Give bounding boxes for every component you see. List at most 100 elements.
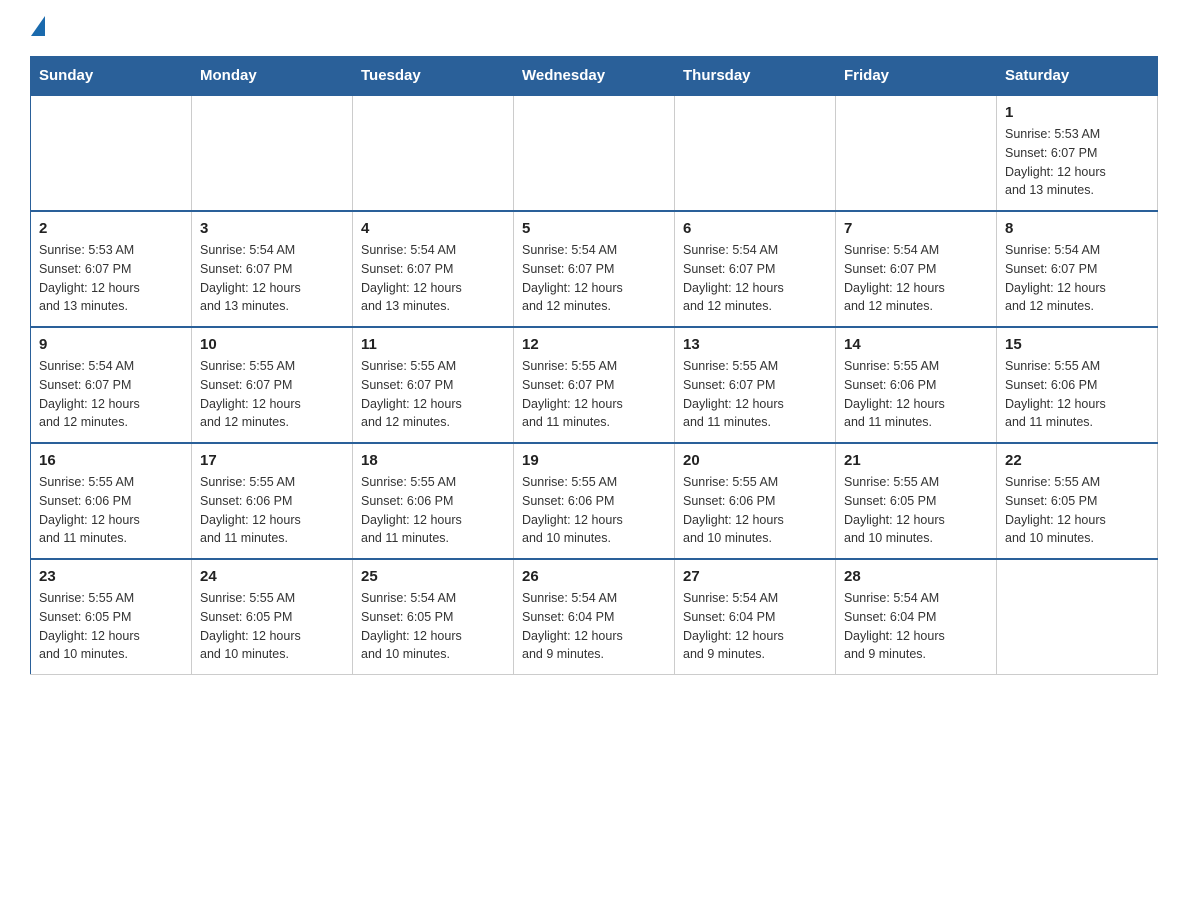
- day-info: Sunrise: 5:55 AM Sunset: 6:05 PM Dayligh…: [200, 589, 344, 664]
- calendar-week-row: 2 Sunrise: 5:53 AM Sunset: 6:07 PM Daylig…: [31, 211, 1158, 327]
- calendar-cell: 10 Sunrise: 5:55 AM Sunset: 6:07 PM Dayli…: [192, 327, 353, 443]
- day-number: 7: [844, 220, 988, 237]
- calendar-cell: 26 Sunrise: 5:54 AM Sunset: 6:04 PM Dayli…: [514, 559, 675, 675]
- logo: [30, 20, 45, 36]
- calendar-cell: [353, 95, 514, 211]
- day-number: 9: [39, 336, 183, 353]
- calendar-cell: 23 Sunrise: 5:55 AM Sunset: 6:05 PM Dayli…: [31, 559, 192, 675]
- calendar-cell: 6 Sunrise: 5:54 AM Sunset: 6:07 PM Daylig…: [675, 211, 836, 327]
- day-info: Sunrise: 5:55 AM Sunset: 6:05 PM Dayligh…: [844, 473, 988, 548]
- day-number: 4: [361, 220, 505, 237]
- day-info: Sunrise: 5:54 AM Sunset: 6:04 PM Dayligh…: [683, 589, 827, 664]
- calendar-cell: 1 Sunrise: 5:53 AM Sunset: 6:07 PM Daylig…: [997, 95, 1158, 211]
- day-number: 8: [1005, 220, 1149, 237]
- calendar-cell: 11 Sunrise: 5:55 AM Sunset: 6:07 PM Dayli…: [353, 327, 514, 443]
- calendar-cell: 18 Sunrise: 5:55 AM Sunset: 6:06 PM Dayli…: [353, 443, 514, 559]
- calendar-cell: 17 Sunrise: 5:55 AM Sunset: 6:06 PM Dayli…: [192, 443, 353, 559]
- day-info: Sunrise: 5:54 AM Sunset: 6:04 PM Dayligh…: [844, 589, 988, 664]
- day-info: Sunrise: 5:54 AM Sunset: 6:07 PM Dayligh…: [361, 241, 505, 316]
- calendar-header-row: SundayMondayTuesdayWednesdayThursdayFrid…: [31, 57, 1158, 96]
- day-info: Sunrise: 5:54 AM Sunset: 6:05 PM Dayligh…: [361, 589, 505, 664]
- day-number: 2: [39, 220, 183, 237]
- day-number: 11: [361, 336, 505, 353]
- calendar-cell: [31, 95, 192, 211]
- day-number: 3: [200, 220, 344, 237]
- calendar-cell: 28 Sunrise: 5:54 AM Sunset: 6:04 PM Dayli…: [836, 559, 997, 675]
- calendar-cell: 7 Sunrise: 5:54 AM Sunset: 6:07 PM Daylig…: [836, 211, 997, 327]
- day-info: Sunrise: 5:55 AM Sunset: 6:06 PM Dayligh…: [683, 473, 827, 548]
- day-number: 13: [683, 336, 827, 353]
- calendar-cell: [836, 95, 997, 211]
- calendar-cell: 15Sunrise: 5:55 AM Sunset: 6:06 PM Dayli…: [997, 327, 1158, 443]
- day-number: 6: [683, 220, 827, 237]
- calendar-cell: 3 Sunrise: 5:54 AM Sunset: 6:07 PM Daylig…: [192, 211, 353, 327]
- day-info: Sunrise: 5:55 AM Sunset: 6:07 PM Dayligh…: [683, 357, 827, 432]
- calendar-cell: 2 Sunrise: 5:53 AM Sunset: 6:07 PM Daylig…: [31, 211, 192, 327]
- calendar-cell: 5 Sunrise: 5:54 AM Sunset: 6:07 PM Daylig…: [514, 211, 675, 327]
- weekday-header-sunday: Sunday: [31, 57, 192, 96]
- day-info: Sunrise: 5:55 AM Sunset: 6:06 PM Dayligh…: [1005, 357, 1149, 432]
- calendar-cell: 14 Sunrise: 5:55 AM Sunset: 6:06 PM Dayli…: [836, 327, 997, 443]
- day-number: 27: [683, 568, 827, 585]
- day-info: Sunrise: 5:54 AM Sunset: 6:07 PM Dayligh…: [683, 241, 827, 316]
- calendar-week-row: 16 Sunrise: 5:55 AM Sunset: 6:06 PM Dayli…: [31, 443, 1158, 559]
- calendar-cell: 8Sunrise: 5:54 AM Sunset: 6:07 PM Daylig…: [997, 211, 1158, 327]
- day-number: 26: [522, 568, 666, 585]
- day-number: 10: [200, 336, 344, 353]
- day-info: Sunrise: 5:54 AM Sunset: 6:07 PM Dayligh…: [522, 241, 666, 316]
- page-header: [30, 20, 1158, 36]
- day-info: Sunrise: 5:55 AM Sunset: 6:06 PM Dayligh…: [844, 357, 988, 432]
- day-info: Sunrise: 5:55 AM Sunset: 6:07 PM Dayligh…: [522, 357, 666, 432]
- calendar-cell: 9 Sunrise: 5:54 AM Sunset: 6:07 PM Daylig…: [31, 327, 192, 443]
- calendar-cell: 27 Sunrise: 5:54 AM Sunset: 6:04 PM Dayli…: [675, 559, 836, 675]
- calendar-week-row: 23 Sunrise: 5:55 AM Sunset: 6:05 PM Dayli…: [31, 559, 1158, 675]
- day-number: 16: [39, 452, 183, 469]
- day-info: Sunrise: 5:55 AM Sunset: 6:06 PM Dayligh…: [522, 473, 666, 548]
- calendar-cell: [514, 95, 675, 211]
- day-info: Sunrise: 5:55 AM Sunset: 6:07 PM Dayligh…: [361, 357, 505, 432]
- day-info: Sunrise: 5:55 AM Sunset: 6:06 PM Dayligh…: [361, 473, 505, 548]
- day-number: 19: [522, 452, 666, 469]
- day-number: 14: [844, 336, 988, 353]
- calendar-table: SundayMondayTuesdayWednesdayThursdayFrid…: [30, 56, 1158, 675]
- day-number: 21: [844, 452, 988, 469]
- weekday-header-friday: Friday: [836, 57, 997, 96]
- day-number: 5: [522, 220, 666, 237]
- day-number: 17: [200, 452, 344, 469]
- calendar-week-row: 1 Sunrise: 5:53 AM Sunset: 6:07 PM Daylig…: [31, 95, 1158, 211]
- day-number: 25: [361, 568, 505, 585]
- calendar-cell: [997, 559, 1158, 675]
- day-number: 12: [522, 336, 666, 353]
- day-number: 23: [39, 568, 183, 585]
- calendar-cell: 4 Sunrise: 5:54 AM Sunset: 6:07 PM Daylig…: [353, 211, 514, 327]
- weekday-header-thursday: Thursday: [675, 57, 836, 96]
- weekday-header-tuesday: Tuesday: [353, 57, 514, 96]
- day-info: Sunrise: 5:53 AM Sunset: 6:07 PM Dayligh…: [39, 241, 183, 316]
- day-info: Sunrise: 5:54 AM Sunset: 6:07 PM Dayligh…: [200, 241, 344, 316]
- day-info: Sunrise: 5:54 AM Sunset: 6:07 PM Dayligh…: [844, 241, 988, 316]
- day-info: Sunrise: 5:53 AM Sunset: 6:07 PM Dayligh…: [1005, 125, 1149, 200]
- day-number: 18: [361, 452, 505, 469]
- day-number: 24: [200, 568, 344, 585]
- day-info: Sunrise: 5:54 AM Sunset: 6:07 PM Dayligh…: [39, 357, 183, 432]
- calendar-cell: 16Sunrise: 5:55 AM Sunset: 6:06 PM Dayli…: [31, 443, 192, 559]
- calendar-cell: 20 Sunrise: 5:55 AM Sunset: 6:06 PM Dayli…: [675, 443, 836, 559]
- day-info: Sunrise: 5:55 AM Sunset: 6:06 PM Dayligh…: [200, 473, 344, 548]
- day-info: Sunrise: 5:55 AM Sunset: 6:07 PM Dayligh…: [200, 357, 344, 432]
- calendar-cell: 21 Sunrise: 5:55 AM Sunset: 6:05 PM Dayli…: [836, 443, 997, 559]
- weekday-header-monday: Monday: [192, 57, 353, 96]
- logo-arrow-icon: [31, 16, 45, 36]
- calendar-cell: 19 Sunrise: 5:55 AM Sunset: 6:06 PM Dayli…: [514, 443, 675, 559]
- day-info: Sunrise: 5:55 AM Sunset: 6:05 PM Dayligh…: [1005, 473, 1149, 548]
- calendar-cell: 13 Sunrise: 5:55 AM Sunset: 6:07 PM Dayli…: [675, 327, 836, 443]
- day-info: Sunrise: 5:55 AM Sunset: 6:05 PM Dayligh…: [39, 589, 183, 664]
- calendar-week-row: 9 Sunrise: 5:54 AM Sunset: 6:07 PM Daylig…: [31, 327, 1158, 443]
- weekday-header-wednesday: Wednesday: [514, 57, 675, 96]
- weekday-header-saturday: Saturday: [997, 57, 1158, 96]
- day-number: 1: [1005, 104, 1149, 121]
- day-number: 28: [844, 568, 988, 585]
- calendar-cell: 25 Sunrise: 5:54 AM Sunset: 6:05 PM Dayli…: [353, 559, 514, 675]
- day-info: Sunrise: 5:54 AM Sunset: 6:04 PM Dayligh…: [522, 589, 666, 664]
- calendar-cell: [192, 95, 353, 211]
- day-number: 20: [683, 452, 827, 469]
